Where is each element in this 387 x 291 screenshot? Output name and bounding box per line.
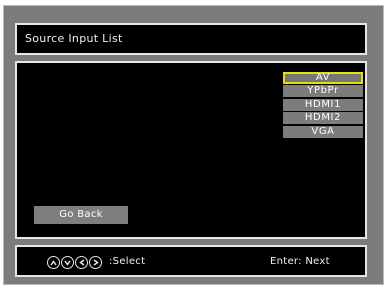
- right-arrow-icon: [89, 256, 102, 269]
- left-arrow-icon: [75, 256, 88, 269]
- source-item-hdmi1[interactable]: HDMI1: [283, 98, 363, 111]
- select-hint: :Select: [109, 256, 146, 267]
- menu-title: Source Input List: [25, 32, 123, 45]
- source-item-vga[interactable]: VGA: [283, 125, 363, 138]
- source-item-av[interactable]: AV: [283, 72, 363, 84]
- footer-bar: :Select Enter: Next: [15, 245, 367, 277]
- down-arrow-icon: [61, 256, 74, 269]
- title-bar: Source Input List: [15, 23, 367, 55]
- source-item-ypbpr[interactable]: YPbPr: [283, 85, 363, 98]
- osd-menu: Source Input List AV YPbPr HDMI1 HDMI2 V…: [3, 5, 384, 285]
- source-list: AV YPbPr HDMI1 HDMI2 VGA: [283, 72, 363, 139]
- go-back-button[interactable]: Go Back: [34, 206, 128, 224]
- next-hint: Enter: Next: [270, 256, 330, 267]
- source-item-hdmi2[interactable]: HDMI2: [283, 112, 363, 125]
- source-panel: AV YPbPr HDMI1 HDMI2 VGA Go Back: [15, 61, 367, 239]
- nav-icons: [47, 256, 103, 269]
- up-arrow-icon: [47, 256, 60, 269]
